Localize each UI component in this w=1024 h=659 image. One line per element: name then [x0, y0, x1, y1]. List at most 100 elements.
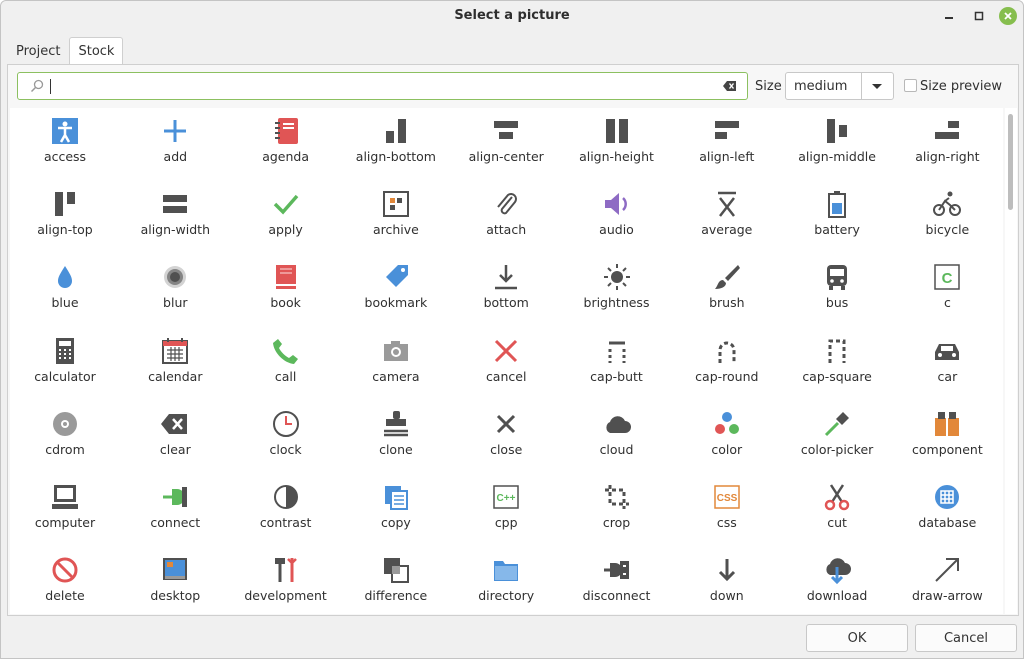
icon-cell-average[interactable]: average	[672, 181, 782, 254]
icon-cell-disconnect[interactable]: disconnect	[562, 547, 672, 614]
icon-cell-call[interactable]: call	[231, 328, 341, 401]
icon-cell-blue[interactable]: blue	[10, 254, 120, 327]
icon-cell-cap-butt[interactable]: cap-butt	[562, 328, 672, 401]
icon-cell-book[interactable]: book	[231, 254, 341, 327]
search-input[interactable]	[17, 72, 748, 100]
icon-cell-bookmark[interactable]: bookmark	[341, 254, 451, 327]
icon-cell-color-picker[interactable]: color-picker	[782, 401, 892, 474]
icon-cell-agenda[interactable]: agenda	[231, 108, 341, 181]
icon-cell-clone[interactable]: clone	[341, 401, 451, 474]
clear-search-icon[interactable]	[723, 80, 737, 92]
icon-cell-development[interactable]: development	[231, 547, 341, 614]
vertical-scrollbar[interactable]	[1005, 108, 1017, 614]
icon-cell-cdrom[interactable]: cdrom	[10, 401, 120, 474]
icon-cell-cut[interactable]: cut	[782, 474, 892, 547]
icon-cell-color[interactable]: color	[672, 401, 782, 474]
icon-cell-bottom[interactable]: bottom	[451, 254, 561, 327]
icon-cell-cap-round[interactable]: cap-round	[672, 328, 782, 401]
icon-cell-apply[interactable]: apply	[231, 181, 341, 254]
icon-cell-calendar[interactable]: calendar	[120, 328, 230, 401]
icon-cell-align-top[interactable]: align-top	[10, 181, 120, 254]
icon-cell-draw-arrow[interactable]: draw-arrow	[892, 547, 1002, 614]
icon-label: color	[711, 441, 743, 457]
icon-cell-close[interactable]: close	[451, 401, 561, 474]
icon-cell-align-bottom[interactable]: align-bottom	[341, 108, 451, 181]
tab-project[interactable]: Project	[7, 37, 69, 65]
align-middle-icon	[822, 116, 852, 146]
window-title: Select a picture	[454, 8, 570, 23]
icon-label: contrast	[259, 515, 312, 530]
tab-stock[interactable]: Stock	[69, 37, 124, 65]
icon-label: bus	[825, 295, 849, 311]
icon-label: align-middle	[798, 149, 876, 164]
icon-cell-align-right[interactable]: align-right	[892, 108, 1002, 181]
icon-cell-brush[interactable]: brush	[672, 254, 782, 327]
icon-label: agenda	[262, 149, 309, 164]
minimize-button[interactable]	[940, 7, 958, 25]
icon-cell-calculator[interactable]: calculator	[10, 328, 120, 401]
connect-icon	[160, 482, 190, 512]
icon-cell-connect[interactable]: connect	[120, 474, 230, 547]
icon-cell-component[interactable]: component	[892, 401, 1002, 474]
icon-cell-brightness[interactable]: brightness	[562, 254, 672, 327]
icon-cell-add[interactable]: add	[120, 108, 230, 181]
icon-cell-blur[interactable]: blur	[120, 254, 230, 327]
icon-label: close	[490, 441, 523, 457]
icon-cell-download[interactable]: download	[782, 547, 892, 614]
brightness-icon	[602, 262, 632, 292]
icon-cell-access[interactable]: access	[10, 108, 120, 181]
icon-label: add	[163, 149, 188, 164]
icon-cell-align-width[interactable]: align-width	[120, 181, 230, 254]
icon-cell-camera[interactable]: camera	[341, 328, 451, 401]
icon-cell-clock[interactable]: clock	[231, 401, 341, 474]
close-window-button[interactable]	[999, 7, 1017, 25]
icon-cell-css[interactable]: CSS css	[672, 474, 782, 547]
icon-cell-bus[interactable]: bus	[782, 254, 892, 327]
stock-panel: Size medium Size preview access add agenda…	[7, 64, 1019, 616]
icon-cell-car[interactable]: car	[892, 328, 1002, 401]
icon-cell-database[interactable]: database	[892, 474, 1002, 547]
size-preview-label[interactable]: Size preview	[920, 79, 1002, 94]
size-select[interactable]: medium	[785, 72, 894, 100]
icon-cell-audio[interactable]: audio	[562, 181, 672, 254]
css-icon: CSS	[712, 482, 742, 512]
icon-cell-attach[interactable]: attach	[451, 181, 561, 254]
icon-cell-difference[interactable]: difference	[341, 547, 451, 614]
size-preview-checkbox[interactable]	[904, 79, 917, 92]
icon-cell-copy[interactable]: copy	[341, 474, 451, 547]
cancel-button[interactable]: Cancel	[915, 624, 1017, 652]
icon-cell-contrast[interactable]: contrast	[231, 474, 341, 547]
close-icon	[491, 409, 521, 439]
icon-cell-cpp[interactable]: C++ cpp	[451, 474, 561, 547]
icon-cell-bicycle[interactable]: bicycle	[892, 181, 1002, 254]
icon-cell-align-left[interactable]: align-left	[672, 108, 782, 181]
tab-bar: Project Stock	[7, 37, 124, 65]
crop-icon	[602, 482, 632, 512]
icon-cell-crop[interactable]: crop	[562, 474, 672, 547]
icon-cell-align-center[interactable]: align-center	[451, 108, 561, 181]
icon-cell-cancel[interactable]: cancel	[451, 328, 561, 401]
icon-cell-align-height[interactable]: align-height	[562, 108, 672, 181]
icon-cell-battery[interactable]: battery	[782, 181, 892, 254]
icon-cell-align-middle[interactable]: align-middle	[782, 108, 892, 181]
icon-cell-cap-square[interactable]: cap-square	[782, 328, 892, 401]
icon-cell-archive[interactable]: archive	[341, 181, 451, 254]
icon-cell-directory[interactable]: directory	[451, 547, 561, 614]
icon-cell-c[interactable]: Cc	[892, 254, 1002, 327]
scrollbar-thumb[interactable]	[1008, 114, 1013, 210]
icon-cell-clear[interactable]: clear	[120, 401, 230, 474]
icon-cell-computer[interactable]: computer	[10, 474, 120, 547]
icon-cell-delete[interactable]: delete	[10, 547, 120, 614]
database-icon	[932, 482, 962, 512]
ok-button[interactable]: OK	[806, 624, 908, 652]
calendar-icon	[160, 336, 190, 366]
add-icon	[160, 116, 190, 146]
icon-label: brush	[709, 295, 745, 311]
icon-cell-down[interactable]: down	[672, 547, 782, 614]
maximize-button[interactable]	[970, 7, 988, 25]
icon-label: delete	[45, 588, 85, 604]
icon-label: draw-arrow	[911, 588, 983, 604]
icon-cell-desktop[interactable]: desktop	[120, 547, 230, 614]
icon-cell-cloud[interactable]: cloud	[562, 401, 672, 474]
bicycle-icon	[932, 189, 962, 219]
